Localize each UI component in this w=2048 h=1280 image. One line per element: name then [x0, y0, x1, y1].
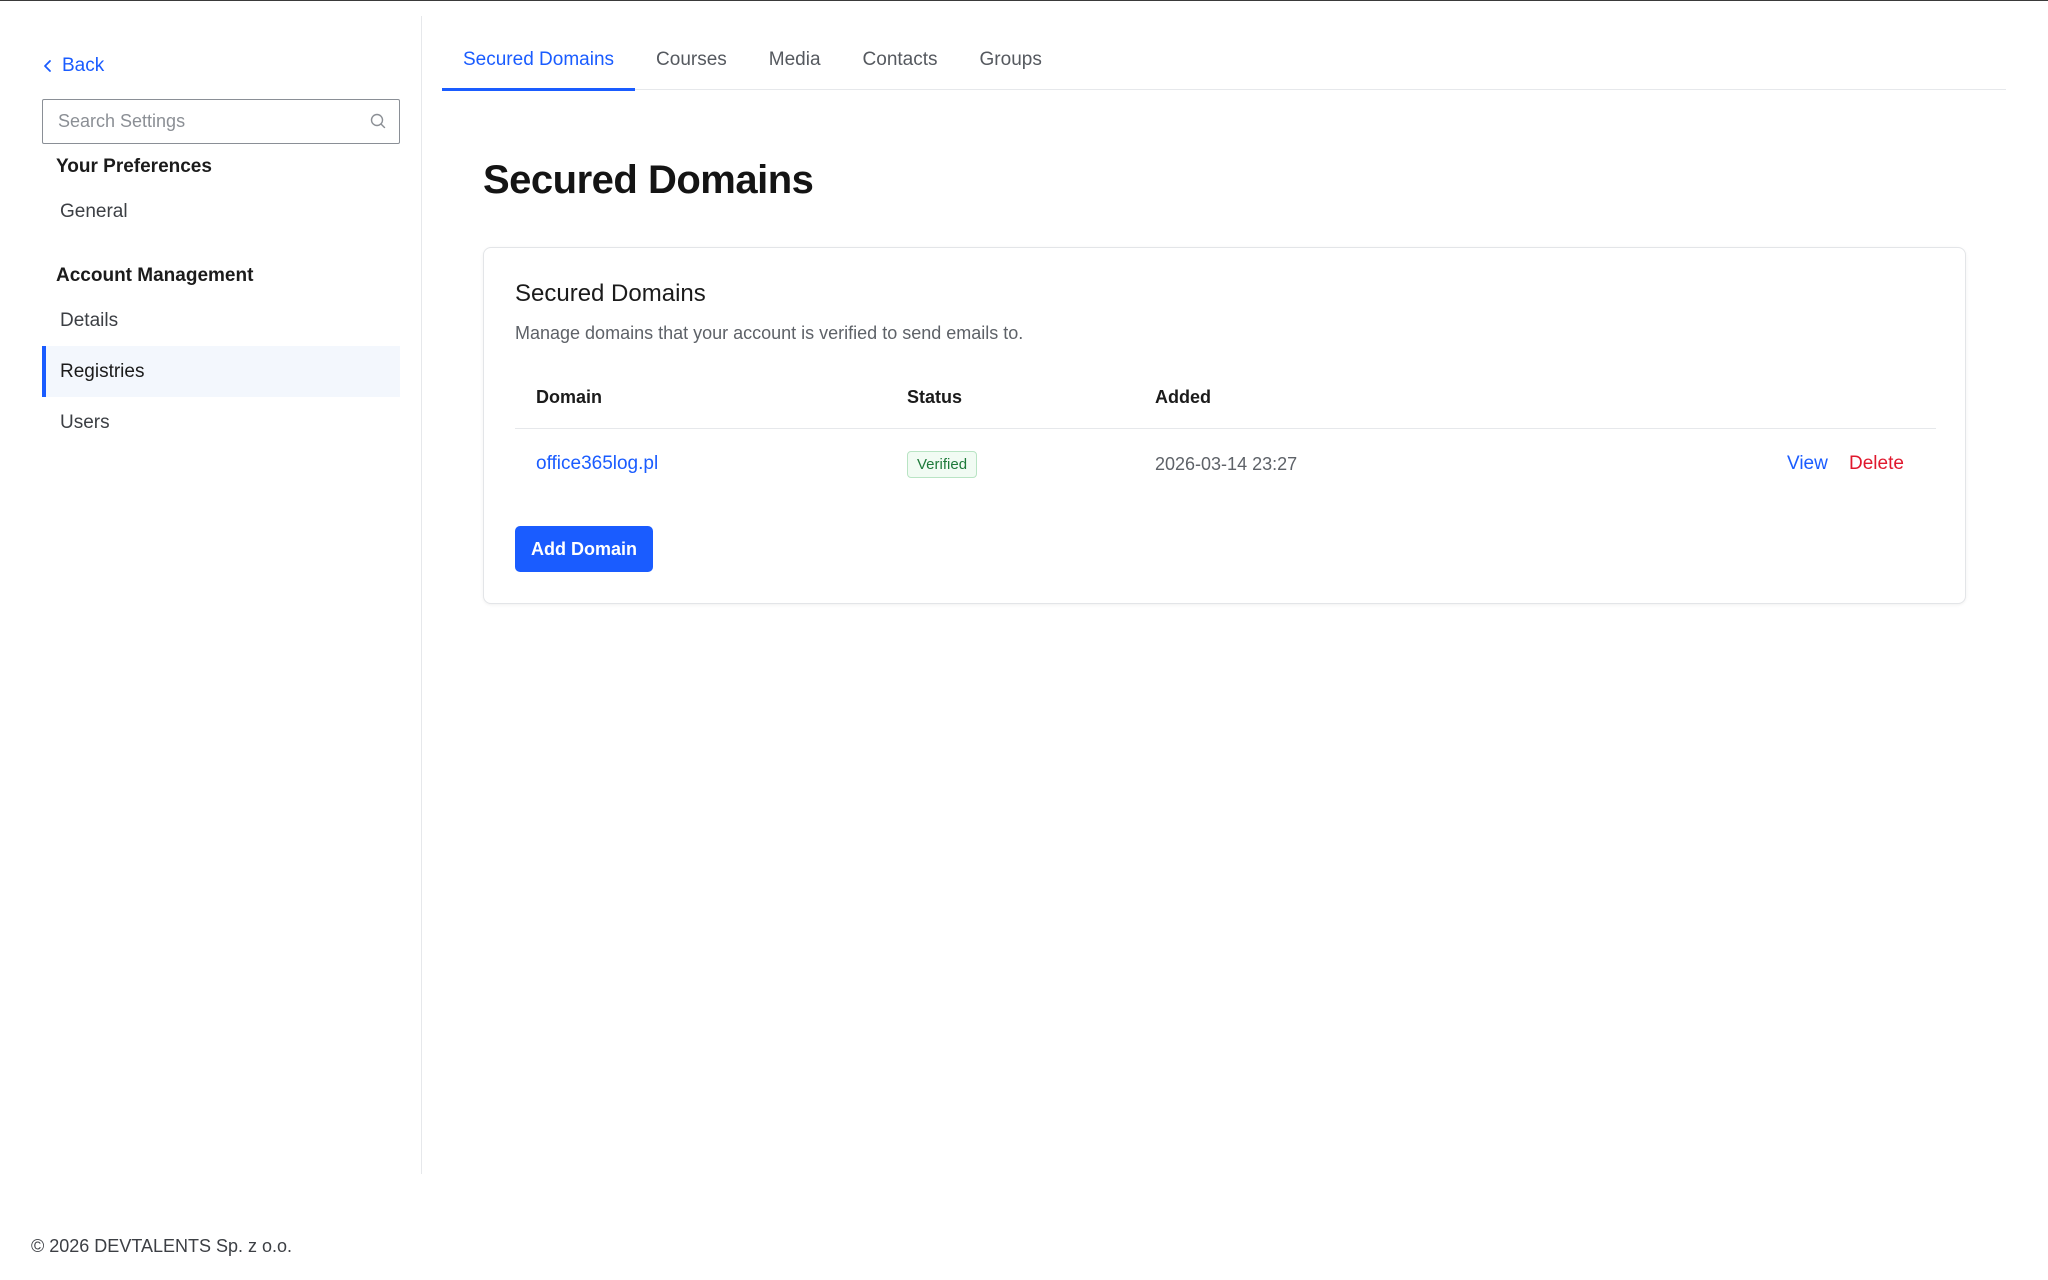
delete-button[interactable]: Delete	[1849, 453, 1904, 475]
tab-groups[interactable]: Groups	[959, 40, 1063, 90]
settings-sidebar: Back Your Preferences General Account Ma…	[0, 16, 422, 1174]
secured-domains-card: Secured Domains Manage domains that your…	[483, 247, 1966, 604]
domain-link[interactable]: office365log.pl	[536, 453, 658, 475]
search-icon[interactable]	[369, 112, 387, 130]
section-title-account-management: Account Management	[56, 265, 254, 286]
view-button[interactable]: View	[1787, 453, 1828, 475]
column-header-added: Added	[1155, 387, 1211, 407]
tab-secured-domains[interactable]: Secured Domains	[442, 40, 636, 91]
column-header-domain: Domain	[536, 387, 603, 407]
search-input[interactable]	[43, 100, 353, 143]
sidebar-item-registries[interactable]: Registries	[42, 346, 400, 397]
chevron-left-icon	[44, 60, 51, 72]
sidebar-item-users[interactable]: Users	[42, 397, 400, 448]
added-timestamp: 2026-03-14 23:27	[1155, 453, 1298, 474]
back-label: Back	[62, 55, 105, 76]
status-badge: Verified	[907, 450, 978, 478]
add-domain-button[interactable]: Add Domain	[515, 526, 653, 572]
page-title: Secured Domains	[483, 158, 814, 202]
tab-media[interactable]: Media	[748, 40, 842, 90]
sidebar-item-details[interactable]: Details	[42, 295, 400, 346]
card-description: Manage domains that your account is veri…	[515, 323, 1024, 343]
column-header-status: Status	[907, 387, 963, 407]
card-title: Secured Domains	[515, 280, 706, 307]
table-row: office365log.pl Verified 2026-03-14 23:2…	[515, 429, 1936, 499]
section-title-preferences: Your Preferences	[56, 156, 212, 177]
sidebar-item-general[interactable]: General	[42, 186, 400, 237]
settings-tabs: Secured Domains Courses Media Contacts G…	[442, 40, 2006, 91]
tab-contacts[interactable]: Contacts	[842, 40, 959, 90]
footer-copyright: © 2026 DEVTALENTS Sp. z o.o.	[31, 1236, 293, 1256]
search-settings	[42, 99, 400, 144]
tab-courses[interactable]: Courses	[635, 40, 748, 90]
top-border	[0, 0, 2048, 1]
back-link[interactable]: Back	[42, 52, 104, 80]
